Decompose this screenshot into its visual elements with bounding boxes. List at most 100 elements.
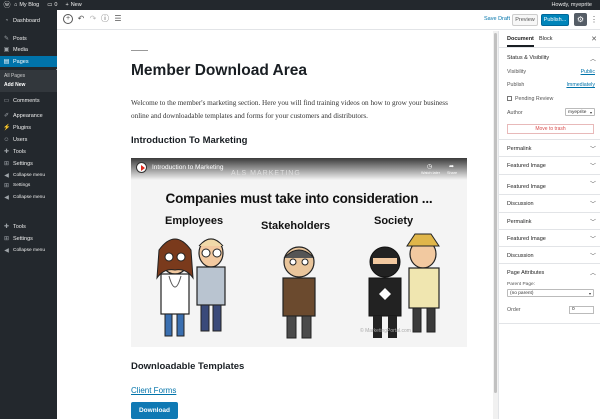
status-visibility-toggle[interactable]: Status & Visibility (507, 55, 549, 61)
featured-image-section-3[interactable]: Featured Image ﹀ (499, 230, 600, 247)
collapse-menu-button-3[interactable]: ◀ Collapse menu (0, 245, 57, 256)
pin-icon: ✎ (3, 36, 10, 42)
chevron-down-icon: ﹀ (589, 202, 596, 208)
publish-button[interactable]: Publish... (541, 14, 569, 26)
page-title[interactable]: Member Download Area (131, 62, 307, 80)
client-forms-link[interactable]: Client Forms (131, 386, 176, 395)
sidebar-item-dashboard[interactable]: ◔ Dashboard (0, 15, 57, 26)
heading-downloadable-templates[interactable]: Downloadable Templates (131, 361, 244, 372)
sidebar-item-plugins[interactable]: ⚡ Plugins (0, 122, 57, 133)
chevron-up-icon[interactable]: ︿ (590, 268, 596, 277)
settings-icon: ⊞ (3, 161, 10, 167)
sidebar-item-settings-2[interactable]: ⊞ Settings (0, 180, 57, 191)
chevron-down-icon: ▾ (589, 110, 592, 115)
share-icon[interactable]: ➦ (449, 163, 454, 170)
label-society: Society (374, 215, 414, 227)
settings-sidebar: Document Block ✕ Status & Visibility ︿ V… (498, 31, 600, 419)
redo-icon[interactable]: ↷ (88, 14, 98, 24)
sidebar-item-media[interactable]: ▣ Media (0, 44, 57, 55)
submenu-add-new[interactable]: Add New (0, 82, 57, 88)
user-icon: ☺ (3, 136, 10, 143)
chevron-down-icon: ▾ (588, 291, 591, 296)
label-stakeholders: Stakeholders (261, 220, 331, 232)
chevron-down-icon: ﹀ (589, 147, 596, 153)
download-button[interactable]: Download (131, 402, 178, 419)
order-label: Order (507, 307, 521, 313)
brush-icon: ✐ (3, 113, 10, 119)
video-watermark: © MarketingPortal.com (360, 328, 411, 334)
featured-image-section-2[interactable]: Featured Image ﹀ (499, 175, 600, 195)
plugin-icon: ⚡ (3, 125, 11, 131)
heading-introduction[interactable]: Introduction To Marketing (131, 135, 247, 146)
collapse-menu-button-2[interactable]: ◀ Collapse menu (0, 192, 57, 203)
sidebar-item-appearance[interactable]: ✐ Appearance (0, 110, 57, 121)
author-label: Author (507, 110, 523, 116)
chevron-down-icon: ﹀ (589, 254, 596, 260)
permalink-section-2[interactable]: Permalink ﹀ (499, 213, 600, 230)
more-options-icon[interactable]: ⋮ (590, 13, 598, 26)
publish-date-link[interactable]: Immediately (566, 82, 595, 88)
collapse-icon: ◀ (4, 248, 9, 254)
discussion-section[interactable]: Discussion ﹀ (499, 195, 600, 213)
discussion-section-2[interactable]: Discussion ﹀ (499, 247, 600, 264)
dashboard-icon: ◔ (4, 17, 9, 24)
plus-icon: + (65, 2, 69, 8)
sidebar-item-settings-3[interactable]: ⊞ Settings (0, 233, 57, 244)
page-attributes-toggle[interactable]: Page Attributes (507, 270, 544, 276)
block-navigation-icon[interactable]: ☰ (113, 14, 123, 24)
clock-icon[interactable]: ◷ (427, 163, 432, 170)
chevron-down-icon: ﹀ (589, 182, 596, 188)
sidebar-item-posts[interactable]: ✎ Posts (0, 33, 57, 44)
label-employees: Employees (165, 215, 224, 227)
sidebar-item-users[interactable]: ☺ Users (0, 134, 57, 145)
order-input[interactable]: 0 (569, 306, 594, 314)
preview-button[interactable]: Preview (512, 14, 538, 26)
settings-gear-icon[interactable]: ⚙ (574, 13, 587, 26)
tab-block[interactable]: Block (539, 36, 552, 42)
wrench-icon: ✚ (3, 149, 10, 155)
permalink-section[interactable]: Permalink ﹀ (499, 140, 600, 157)
editor-toolbar: + ↶ ↷ ⓘ ☰ Save Draft Preview Publish... … (57, 10, 600, 30)
comments-icon: ▭ (3, 98, 10, 104)
undo-icon[interactable]: ↶ (76, 14, 86, 24)
visibility-value-link[interactable]: Public (581, 69, 595, 75)
sidebar-item-pages[interactable]: ▤ Pages (0, 56, 57, 67)
watch-later-label: Watch later (421, 171, 441, 175)
comments-link[interactable]: ▭ 0 (47, 2, 57, 8)
collapse-icon: ◀ (4, 195, 9, 201)
panel-tabs: Document Block ✕ (499, 31, 600, 48)
save-draft-button[interactable]: Save Draft (484, 16, 510, 22)
channel-logo-icon[interactable] (136, 162, 147, 173)
video-title[interactable]: Introduction to Marketing (152, 164, 224, 171)
intro-paragraph[interactable]: Welcome to the member's marketing sectio… (131, 97, 461, 123)
site-name-link[interactable]: ⌂ My Blog (14, 2, 39, 8)
wrench-icon: ✚ (3, 224, 10, 230)
author-select[interactable]: myeprite ▾ (565, 108, 595, 116)
pages-icon: ▤ (3, 59, 10, 65)
pending-review-label: Pending Review (515, 96, 554, 102)
page-attributes-section: Page Attributes ︿ Parent Page: (no paren… (499, 264, 600, 324)
home-icon: ⌂ (14, 2, 18, 8)
visibility-label: Visibility (507, 69, 527, 75)
status-visibility-section: Status & Visibility ︿ Visibility Public … (499, 48, 600, 140)
featured-image-section[interactable]: Featured Image ﹀ (499, 157, 600, 175)
info-icon[interactable]: ⓘ (100, 14, 110, 24)
comment-icon: ▭ (47, 2, 53, 8)
scrollbar-thumb[interactable] (494, 33, 497, 393)
account-link[interactable]: Howdy, myeprite (551, 2, 592, 8)
sidebar-item-comments[interactable]: ▭ Comments (0, 95, 57, 106)
move-to-trash-button[interactable]: Move to trash (507, 124, 594, 134)
parent-page-select[interactable]: (no parent) ▾ (507, 289, 594, 297)
chevron-up-icon[interactable]: ︿ (590, 54, 596, 63)
sidebar-item-settings[interactable]: ⊞ Settings (0, 158, 57, 169)
sidebar-item-tools-2[interactable]: ✚ Tools (0, 221, 57, 232)
pending-review-checkbox[interactable] (507, 96, 512, 101)
add-block-icon[interactable]: + (63, 14, 73, 24)
wordpress-logo-icon[interactable]: ⓦ (0, 0, 14, 10)
youtube-video-embed[interactable]: ALS MARKETING Introduction to Marketing … (131, 158, 467, 347)
close-icon[interactable]: ✕ (591, 35, 597, 43)
submenu-all-pages[interactable]: All Pages (0, 73, 57, 79)
new-content-link[interactable]: + New (65, 2, 81, 8)
tab-document[interactable]: Document (507, 36, 534, 47)
sidebar-item-tools[interactable]: ✚ Tools (0, 146, 57, 157)
